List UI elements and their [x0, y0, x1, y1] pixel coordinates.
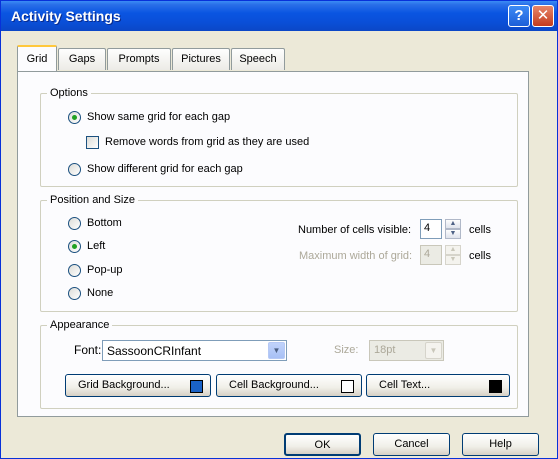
appearance-legend: Appearance	[47, 319, 113, 331]
font-select[interactable]: SassoonCRInfant ▼	[102, 340, 287, 361]
chevron-down-icon[interactable]: ▼	[425, 342, 442, 359]
cells-visible-input[interactable]: 4	[420, 219, 442, 239]
tab-speech[interactable]: Speech	[231, 48, 285, 70]
ok-button[interactable]: OK	[284, 433, 361, 456]
font-select-value: SassoonCRInfant	[107, 344, 202, 358]
spin-up-icon[interactable]: ▲	[445, 219, 461, 229]
window-title: Activity Settings	[11, 8, 121, 24]
spin-down-icon[interactable]: ▼	[445, 255, 461, 265]
cancel-button[interactable]: Cancel	[373, 433, 450, 456]
tab-pictures[interactable]: Pictures	[172, 48, 230, 70]
cell-background-swatch	[341, 380, 354, 393]
remove-words-label: Remove words from grid as they are used	[105, 136, 310, 148]
remove-words-checkbox[interactable]	[86, 136, 99, 149]
cell-text-button[interactable]: Cell Text...	[366, 374, 510, 397]
options-legend: Options	[47, 87, 91, 99]
different-grid-label: Show different grid for each gap	[87, 163, 243, 175]
help-icon[interactable]: ?	[508, 5, 530, 27]
max-width-spinner[interactable]: ▲ ▼	[445, 245, 461, 265]
spin-down-icon[interactable]: ▼	[445, 229, 461, 239]
appearance-group: Appearance Font: SassoonCRInfant ▼ Size:…	[40, 319, 518, 409]
tab-grid[interactable]: Grid	[17, 45, 57, 71]
chevron-down-icon[interactable]: ▼	[268, 342, 285, 359]
left-radio[interactable]	[68, 240, 81, 253]
position-size-group: Position and Size Bottom Left Pop-up Non…	[40, 194, 518, 312]
different-grid-radio[interactable]	[68, 163, 81, 176]
max-width-unit-label: cells	[469, 250, 492, 262]
same-grid-label: Show same grid for each gap	[87, 111, 231, 123]
size-select[interactable]: 18pt ▼	[369, 340, 444, 361]
title-bar[interactable]: Activity Settings ? ✕	[1, 1, 557, 31]
popup-radio[interactable]	[68, 264, 81, 277]
same-grid-radio[interactable]	[68, 111, 81, 124]
font-label: Font:	[74, 343, 102, 357]
none-label: None	[87, 287, 114, 299]
cells-visible-label: Number of cells visible:	[298, 224, 412, 236]
tab-gaps[interactable]: Gaps	[58, 48, 106, 70]
cells-unit-label: cells	[469, 224, 492, 236]
popup-label: Pop-up	[87, 264, 123, 276]
ok-label: OK	[314, 439, 331, 451]
max-width-label: Maximum width of grid:	[299, 250, 413, 262]
tab-prompts[interactable]: Prompts	[107, 48, 171, 70]
grid-background-button[interactable]: Grid Background...	[65, 374, 211, 397]
size-label: Size:	[334, 344, 359, 356]
cancel-label: Cancel	[394, 438, 429, 450]
help-button[interactable]: Help	[462, 433, 539, 456]
position-size-legend: Position and Size	[47, 194, 138, 206]
spin-up-icon[interactable]: ▲	[445, 245, 461, 255]
size-select-value: 18pt	[374, 344, 396, 356]
grid-tab-panel: Options Show same grid for each gap Remo…	[17, 71, 529, 417]
max-width-input[interactable]: 4	[420, 245, 442, 265]
bottom-radio[interactable]	[68, 217, 81, 230]
none-radio[interactable]	[68, 287, 81, 300]
dialog-footer: OK Cancel Help	[1, 423, 557, 459]
cell-background-button[interactable]: Cell Background...	[216, 374, 362, 397]
close-icon[interactable]: ✕	[532, 5, 554, 27]
help-label: Help	[489, 438, 512, 450]
options-group: Options Show same grid for each gap Remo…	[40, 87, 518, 187]
cells-visible-spinner[interactable]: ▲ ▼	[445, 219, 461, 239]
activity-settings-dialog: Activity Settings ? ✕ Grid Gaps Prompts …	[0, 0, 558, 459]
cell-text-swatch	[489, 380, 502, 393]
left-label: Left	[87, 240, 106, 252]
grid-background-swatch	[190, 380, 203, 393]
bottom-label: Bottom	[87, 217, 122, 229]
